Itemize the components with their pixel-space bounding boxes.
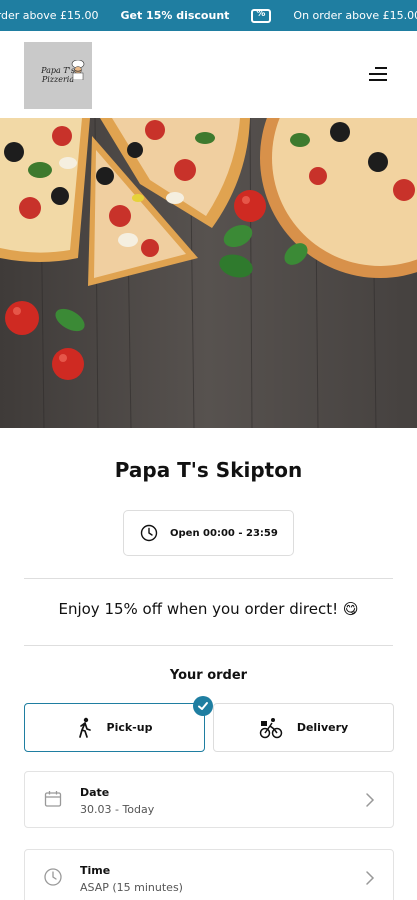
percent-tag-icon xyxy=(251,8,272,23)
pizza-photo xyxy=(0,118,417,428)
pedestrian-icon xyxy=(78,717,91,738)
promo-message: Enjoy 15% off when you order direct! 😋 xyxy=(58,600,359,618)
time-selector[interactable]: Time ASAP (15 minutes) xyxy=(24,849,394,900)
pickup-label: Pick-up xyxy=(106,721,153,734)
opening-hours: Open 00:00 - 23:59 xyxy=(123,510,294,556)
hero-image xyxy=(0,118,417,428)
menu-icon[interactable] xyxy=(369,67,387,81)
time-value: ASAP (15 minutes) xyxy=(80,881,183,894)
chevron-right-icon xyxy=(366,871,375,885)
site-header: Papa T's Pizzeria xyxy=(0,31,417,118)
clock-icon xyxy=(140,524,158,542)
chef-icon xyxy=(71,60,85,80)
date-label: Date xyxy=(80,786,110,799)
delivery-option[interactable]: Delivery xyxy=(213,703,394,752)
divider xyxy=(24,645,393,646)
checkmark-icon xyxy=(193,696,213,716)
delivery-label: Delivery xyxy=(296,721,349,734)
chevron-right-icon xyxy=(366,793,375,807)
cyclist-icon xyxy=(259,717,283,738)
store-name: Papa T's Skipton xyxy=(114,458,303,482)
date-selector[interactable]: Date 30.03 - Today xyxy=(24,771,394,828)
calendar-icon xyxy=(44,791,62,807)
divider xyxy=(24,578,393,579)
hours-text: Open 00:00 - 23:59 xyxy=(170,527,278,539)
order-section-title: Your order xyxy=(169,668,248,683)
clock-icon xyxy=(44,868,62,886)
promo-text-2: Get 15% discount xyxy=(120,9,230,22)
promo-text-3: On order above £15.00 xyxy=(293,9,417,22)
promo-text-1: Order above £15.00 xyxy=(0,9,99,22)
pickup-option[interactable]: Pick-up xyxy=(24,703,205,752)
date-value: 30.03 - Today xyxy=(80,803,155,816)
time-label: Time xyxy=(80,864,111,877)
promo-banner: Order above £15.00 Get 15% discount On o… xyxy=(0,0,417,31)
promo-track: Order above £15.00 Get 15% discount On o… xyxy=(0,0,417,31)
restaurant-logo[interactable]: Papa T's Pizzeria xyxy=(24,42,92,109)
